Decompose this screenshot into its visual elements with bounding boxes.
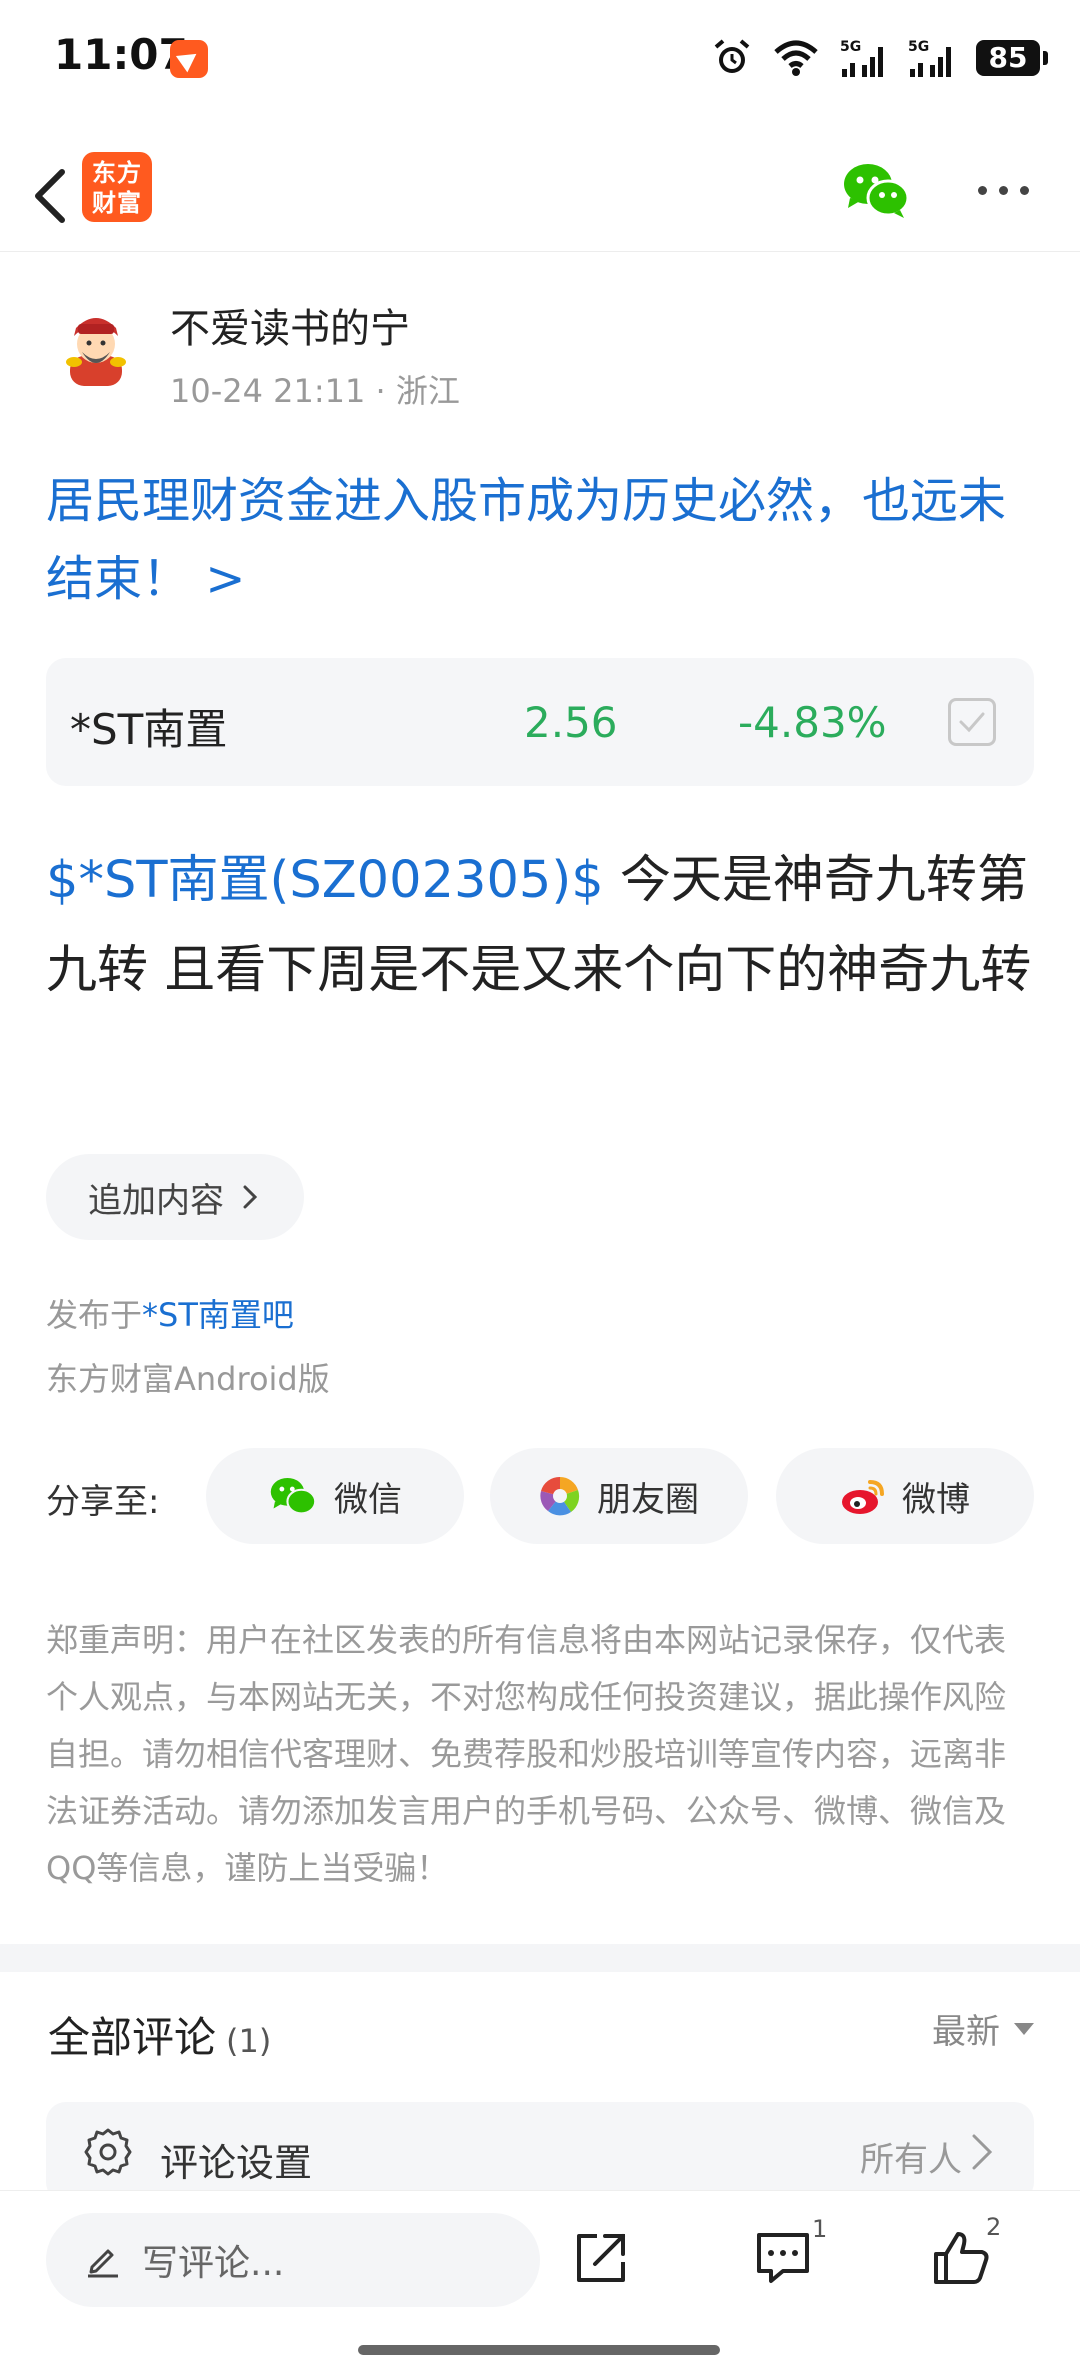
comments-button[interactable]	[748, 2223, 818, 2293]
chevron-right-icon	[243, 1185, 258, 1209]
write-comment-input[interactable]: 写评论...	[46, 2213, 540, 2307]
publish-prefix: 发布于	[46, 1296, 143, 1334]
wechat-share-icon[interactable]	[840, 160, 912, 220]
author-name[interactable]: 不爱读书的宁	[170, 296, 410, 354]
notification-app-icon	[170, 40, 208, 78]
section-divider	[0, 1944, 1080, 1972]
home-indicator[interactable]	[358, 2345, 720, 2355]
logo-line-1: 东方	[92, 159, 142, 187]
5g-signal-icon: 5G	[908, 39, 951, 77]
logo-line-2: 财富	[92, 189, 142, 217]
moments-icon	[540, 1476, 580, 1516]
topic-link[interactable]: 居民理财资金进入股市成为历史必然，也远未结束！ >	[46, 462, 1036, 618]
gear-icon	[84, 2128, 132, 2176]
wifi-icon	[774, 40, 818, 76]
stock-price: 2.56	[524, 698, 618, 747]
share-out-icon	[577, 2234, 625, 2282]
status-time: 11:07	[54, 30, 188, 79]
status-bar: 11:07 5G 5G 85	[0, 0, 1080, 116]
share-wechat-label: 微信	[334, 1479, 402, 1520]
dot	[1019, 185, 1029, 195]
chevron-right-icon	[972, 2134, 993, 2170]
share-weibo-button[interactable]: 微博	[776, 1448, 1034, 1544]
comment-settings-value: 所有人	[860, 2140, 962, 2180]
thumbs-up-icon	[934, 2232, 989, 2284]
svg-text:5G: 5G	[908, 39, 929, 55]
share-label: 分享至:	[46, 1482, 160, 1522]
publish-info: 发布于*ST南置吧	[46, 1290, 294, 1336]
write-comment-placeholder: 写评论...	[142, 2243, 285, 2284]
client-info: 东方财富Android版	[46, 1360, 330, 1398]
comment-settings-row[interactable]: 评论设置 所有人	[46, 2102, 1034, 2202]
comment-count-badge: 1	[812, 2215, 828, 2243]
stock-change: -4.83%	[738, 698, 887, 747]
comments-heading: 全部评论 (1)	[48, 2004, 271, 2065]
stock-tag-link[interactable]: $*ST南置(SZ002305)$	[46, 851, 604, 910]
share-wechat-button[interactable]: 微信	[206, 1448, 464, 1544]
more-options-button[interactable]	[968, 160, 1038, 220]
append-content-button[interactable]: 追加内容	[46, 1154, 304, 1240]
caret-down-icon	[1014, 2022, 1034, 2035]
alarm-icon	[714, 39, 750, 73]
post-body: $*ST南置(SZ002305)$ 今天是神奇九转第九转 且看下周是不是又来个向…	[46, 836, 1040, 1016]
battery-indicator: 85	[976, 40, 1048, 76]
stock-name: *ST南置	[70, 705, 228, 754]
share-weibo-label: 微博	[902, 1479, 970, 1520]
forum-link[interactable]: *ST南置吧	[142, 1296, 294, 1334]
comments-title: 全部评论	[48, 2013, 217, 2062]
pencil-icon	[88, 2249, 118, 2278]
bottom-action-bar: 写评论... 1 2	[0, 2190, 1080, 2376]
back-button[interactable]	[20, 158, 80, 234]
5g-signal-icon: 5G	[840, 39, 883, 77]
svg-text:5G: 5G	[840, 39, 861, 55]
nav-bar: 东方 财富	[0, 140, 1080, 252]
status-icons: 5G 5G 85	[712, 34, 1048, 82]
author-avatar[interactable]	[56, 310, 136, 390]
chevron-left-icon	[35, 169, 65, 223]
comment-icon	[757, 2233, 809, 2283]
weibo-icon	[842, 1480, 884, 1514]
sort-dropdown[interactable]: 最新	[932, 2004, 1034, 2053]
sort-label: 最新	[932, 2012, 1000, 2052]
comment-settings-label: 评论设置	[160, 2141, 313, 2185]
wechat-icon	[270, 1477, 317, 1515]
disclaimer-text: 郑重声明：用户在社区发表的所有信息将由本网站记录保存，仅代表个人观点，与本网站无…	[46, 1621, 1007, 1887]
share-moments-label: 朋友圈	[597, 1479, 699, 1520]
post-time-location: 10-24 21:11 · 浙江	[170, 372, 460, 410]
check-icon	[959, 712, 985, 733]
app-logo[interactable]: 东方 财富	[82, 152, 152, 222]
dot	[977, 185, 987, 195]
share-moments-button[interactable]: 朋友圈	[490, 1448, 748, 1544]
like-count-badge: 2	[986, 2213, 1002, 2241]
comments-count: (1)	[226, 2022, 272, 2060]
dot	[998, 185, 1008, 195]
share-button[interactable]	[566, 2223, 636, 2293]
add-watchlist-checkbox[interactable]	[948, 698, 996, 746]
stock-card[interactable]: *ST南置 2.56 -4.83%	[46, 658, 1034, 786]
append-content-label: 追加内容	[88, 1180, 224, 1221]
